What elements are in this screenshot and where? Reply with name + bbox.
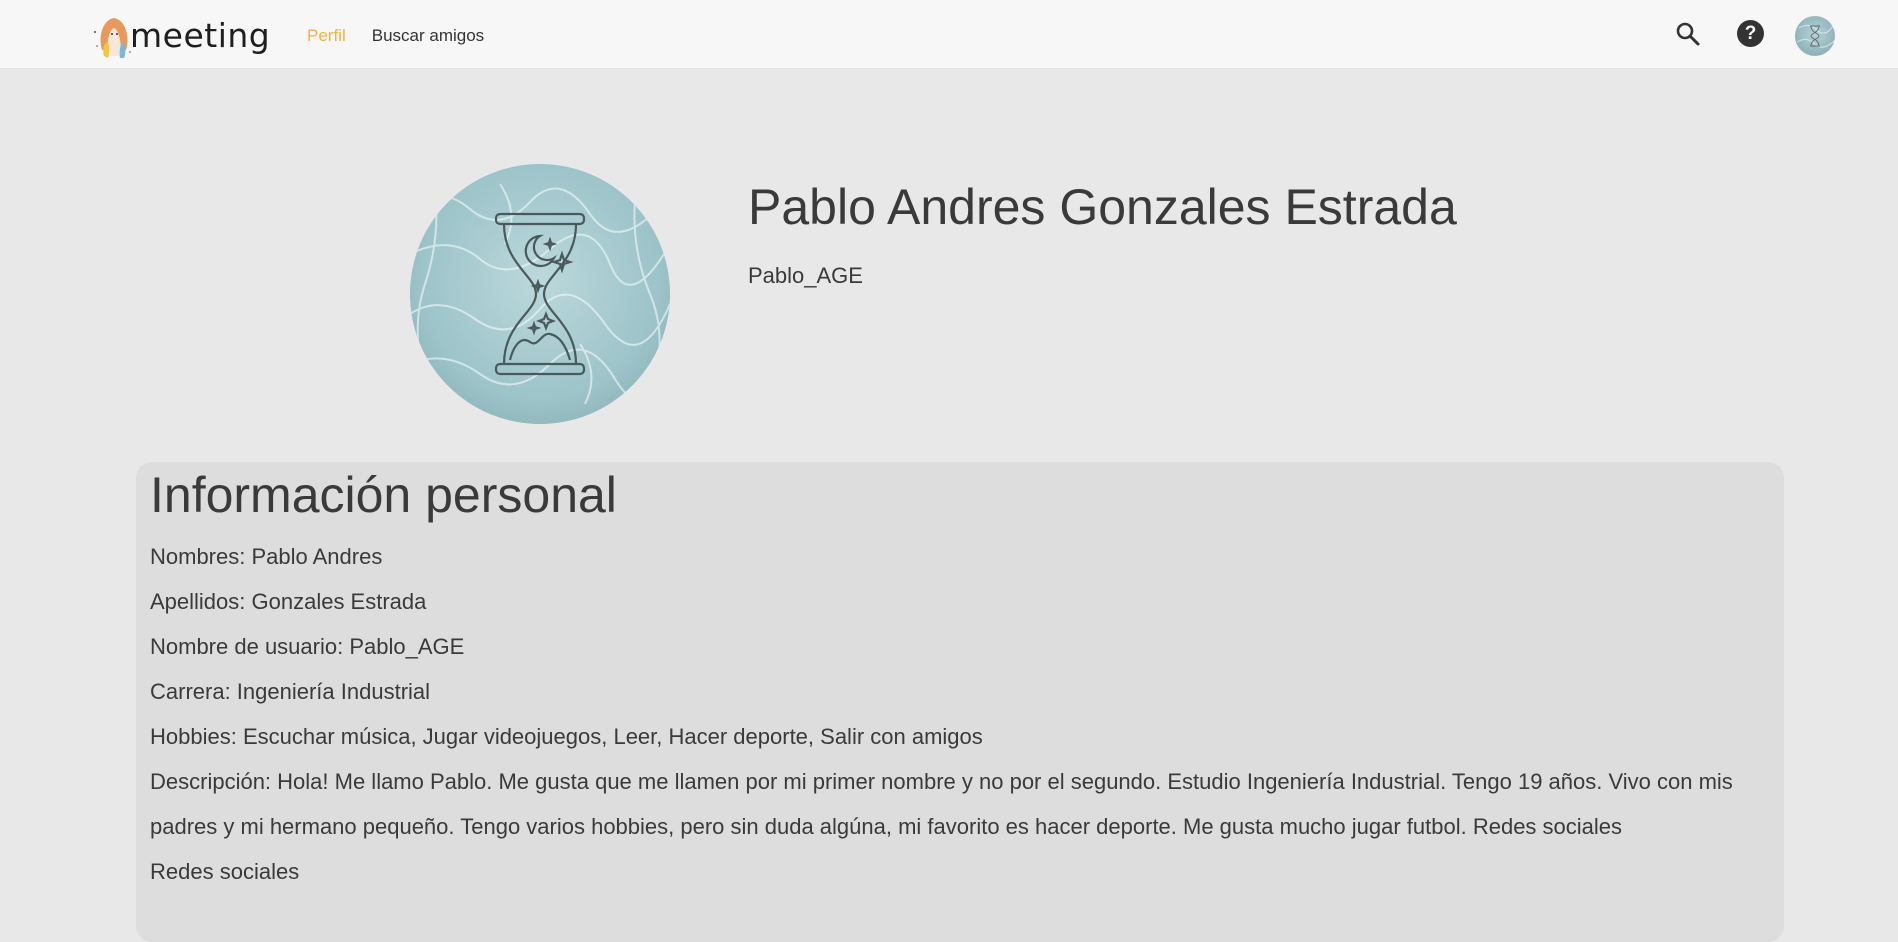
nav-link-perfil[interactable]: Perfil	[307, 26, 346, 46]
top-navbar: meeting Perfil Buscar amigos ?	[0, 0, 1898, 69]
app-logo[interactable]: meeting	[92, 12, 270, 58]
logo-text: meeting	[130, 16, 271, 55]
personal-info-card: Información personal Nombres: Pablo Andr…	[136, 462, 1784, 942]
user-avatar[interactable]	[1795, 16, 1835, 56]
personal-info-list: Nombres: Pablo Andres Apellidos: Gonzale…	[150, 534, 1770, 894]
hourglass-icon	[410, 164, 670, 424]
info-username: Nombre de usuario: Pablo_AGE	[150, 634, 465, 659]
info-social-networks: Redes sociales	[150, 859, 300, 884]
info-career: Carrera: Ingeniería Industrial	[150, 679, 431, 704]
info-hobbies: Hobbies: Escuchar música, Jugar videojue…	[150, 724, 983, 749]
personal-info-title: Información personal	[150, 467, 617, 523]
main-nav: Perfil Buscar amigos	[307, 26, 484, 46]
info-first-names: Nombres: Pablo Andres	[150, 544, 383, 569]
info-last-names: Apellidos: Gonzales Estrada	[150, 589, 427, 614]
profile-full-name: Pablo Andres Gonzales Estrada	[748, 179, 1457, 235]
info-description: Descripción: Hola! Me llamo Pablo. Me gu…	[150, 769, 1733, 839]
search-icon[interactable]	[1674, 20, 1702, 48]
help-icon[interactable]: ?	[1737, 20, 1764, 47]
profile-username: Pablo_AGE	[748, 263, 863, 288]
nav-link-buscar-amigos[interactable]: Buscar amigos	[372, 26, 484, 46]
profile-picture	[410, 164, 670, 424]
